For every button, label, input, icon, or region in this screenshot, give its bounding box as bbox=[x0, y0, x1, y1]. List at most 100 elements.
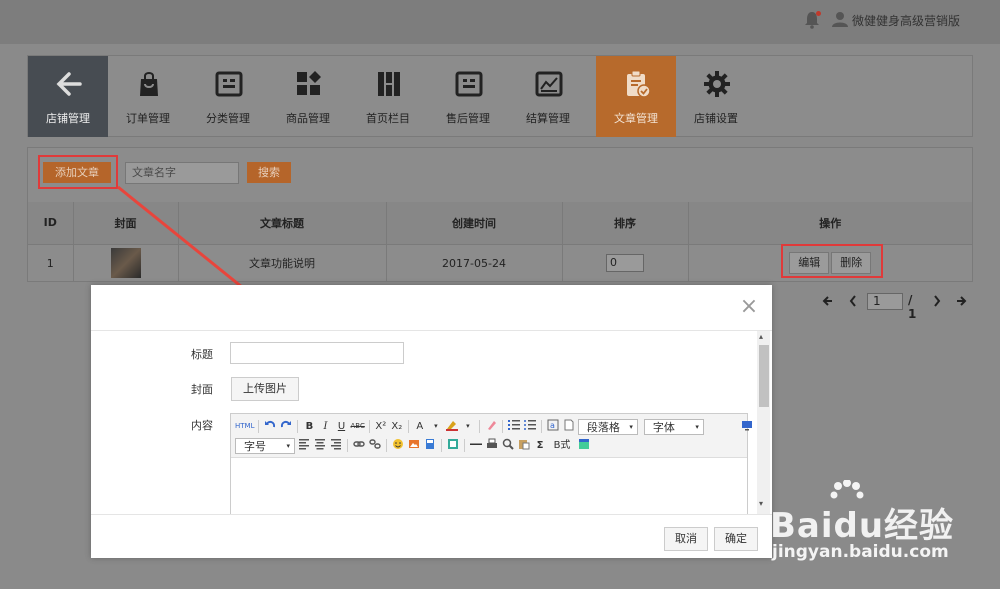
col-header-id: ID bbox=[28, 202, 74, 245]
align-left-icon[interactable] bbox=[297, 438, 311, 453]
prev-page-icon[interactable] bbox=[848, 293, 858, 312]
scroll-up-icon[interactable]: ▴ bbox=[759, 332, 763, 341]
article-name-search-input[interactable]: 文章名字 bbox=[125, 162, 239, 184]
nav-item-home-columns[interactable]: 首页栏目 bbox=[348, 56, 428, 137]
close-icon[interactable]: × bbox=[739, 296, 759, 318]
unordered-list-icon[interactable] bbox=[523, 419, 537, 434]
html-source-button[interactable]: HTML bbox=[235, 419, 254, 434]
col-header-title: 文章标题 bbox=[178, 202, 387, 245]
highlight-color-icon[interactable] bbox=[445, 419, 459, 434]
preview-zoom-icon[interactable] bbox=[501, 438, 515, 453]
unlink-icon[interactable] bbox=[368, 438, 382, 453]
modal-body: 标题 封面 上传图片 内容 HTML B I U ABC X² X₂ A ▾ ▾… bbox=[91, 331, 772, 514]
article-toolbar: 添加文章 文章名字 搜索 bbox=[28, 148, 972, 202]
dropdown-caret-icon[interactable]: ▾ bbox=[429, 419, 443, 434]
cover-thumbnail[interactable] bbox=[110, 248, 141, 279]
editor-content-area[interactable] bbox=[231, 459, 747, 514]
cell-title: 文章功能说明 bbox=[178, 244, 387, 282]
sort-input[interactable]: 0 bbox=[606, 254, 644, 273]
nav-item-categories[interactable]: 分类管理 bbox=[188, 56, 268, 137]
first-page-icon[interactable] bbox=[822, 293, 834, 312]
nav-item-orders[interactable]: 订单管理 bbox=[108, 56, 188, 137]
toolbar-separator bbox=[540, 420, 542, 433]
nav-item-settlement[interactable]: 结算管理 bbox=[508, 56, 588, 137]
font-size-select[interactable]: 字号 ▾ bbox=[235, 437, 295, 454]
scroll-down-icon[interactable]: ▾ bbox=[759, 499, 763, 508]
font-family-value: 字体 bbox=[652, 420, 675, 434]
emoticon-icon[interactable] bbox=[391, 438, 405, 453]
page-number-input[interactable]: 1 bbox=[867, 293, 903, 310]
eraser-icon[interactable] bbox=[484, 419, 498, 434]
nav-item-store-settings[interactable]: 店铺设置 bbox=[676, 56, 756, 137]
paragraph-format-select[interactable]: 段落格 ▾ bbox=[577, 418, 638, 435]
subscript-button[interactable]: X₂ bbox=[390, 419, 404, 434]
nav-label: 首页栏目 bbox=[366, 112, 410, 125]
horizontal-rule-icon[interactable] bbox=[469, 438, 483, 453]
font-color-button[interactable]: A bbox=[413, 419, 427, 434]
strikethrough-button[interactable]: ABC bbox=[350, 419, 364, 434]
toolbar-separator bbox=[501, 420, 503, 433]
italic-button[interactable]: I bbox=[318, 419, 332, 434]
search-button[interactable]: 搜索 bbox=[247, 162, 291, 183]
table-icon[interactable] bbox=[577, 438, 591, 453]
add-article-button[interactable]: 添加文章 bbox=[43, 162, 111, 183]
clear-format-label: B式 bbox=[553, 440, 571, 451]
nav-label: 店铺管理 bbox=[46, 112, 90, 125]
user-icon bbox=[832, 11, 848, 27]
nav-label: 订单管理 bbox=[126, 112, 170, 125]
watermark-brand: Baidu经验 bbox=[770, 506, 955, 546]
paste-icon[interactable] bbox=[517, 438, 531, 453]
toolbar-separator bbox=[478, 420, 480, 433]
cell-id: 1 bbox=[28, 244, 74, 282]
paste-word-icon[interactable] bbox=[562, 419, 576, 434]
font-size-value: 字号 bbox=[244, 439, 266, 453]
toolbar-separator bbox=[347, 439, 348, 452]
cell-sort: 0 bbox=[562, 244, 689, 282]
dropdown-caret-icon[interactable]: ▾ bbox=[461, 419, 475, 434]
superscript-button[interactable]: X² bbox=[374, 419, 388, 434]
nav-label: 结算管理 bbox=[526, 112, 570, 125]
bell-icon[interactable] bbox=[804, 11, 821, 29]
nav-item-store-management[interactable]: 店铺管理 bbox=[28, 56, 108, 137]
clear-format-button[interactable]: B式 bbox=[549, 438, 575, 453]
title-label: 标题 bbox=[191, 348, 213, 361]
col-header-actions: 操作 bbox=[688, 202, 972, 245]
undo-icon[interactable] bbox=[263, 419, 277, 434]
svg-text:a: a bbox=[550, 421, 555, 430]
sigma-icon[interactable]: Σ bbox=[533, 438, 547, 453]
cancel-button[interactable]: 取消 bbox=[664, 527, 708, 551]
upload-image-button[interactable]: 上传图片 bbox=[231, 377, 299, 401]
nav-label: 分类管理 bbox=[206, 112, 250, 125]
confirm-button[interactable]: 确定 bbox=[714, 527, 758, 551]
nav-item-articles[interactable]: 文章管理 bbox=[596, 56, 676, 137]
scrollbar-thumb[interactable] bbox=[759, 345, 769, 407]
fullscreen-icon[interactable] bbox=[740, 419, 754, 434]
ordered-list-icon[interactable] bbox=[507, 419, 521, 434]
page-total: / 1 bbox=[908, 293, 917, 321]
image-icon[interactable] bbox=[407, 438, 421, 453]
last-page-icon[interactable] bbox=[955, 293, 967, 312]
title-input[interactable] bbox=[230, 342, 404, 364]
paste-text-icon[interactable]: a bbox=[546, 419, 560, 434]
redo-icon[interactable] bbox=[279, 419, 293, 434]
toolbar-separator bbox=[386, 439, 387, 452]
flash-icon[interactable] bbox=[423, 438, 437, 453]
print-icon[interactable] bbox=[485, 438, 499, 453]
col-header-created: 创建时间 bbox=[386, 202, 563, 245]
nav-item-after-sales[interactable]: 售后管理 bbox=[428, 56, 508, 137]
link-icon[interactable] bbox=[352, 438, 366, 453]
font-family-select[interactable]: 字体 ▾ bbox=[643, 418, 704, 435]
align-center-icon[interactable] bbox=[313, 438, 327, 453]
chevron-down-icon: ▾ bbox=[695, 422, 699, 431]
col-header-cover: 封面 bbox=[73, 202, 179, 245]
editor-toolbar-row-1: HTML B I U ABC X² X₂ A ▾ ▾ a 段落格 ▾ 字体 ▾ bbox=[235, 418, 754, 435]
gear-icon bbox=[703, 70, 731, 98]
align-right-icon[interactable] bbox=[329, 438, 343, 453]
next-page-icon[interactable] bbox=[932, 293, 942, 312]
underline-button[interactable]: U bbox=[334, 419, 348, 434]
nav-item-products[interactable]: 商品管理 bbox=[268, 56, 348, 137]
media-icon[interactable] bbox=[446, 438, 460, 453]
username[interactable]: 微健健身高级营销版 bbox=[852, 12, 960, 29]
toolbar-separator bbox=[258, 420, 260, 433]
bold-button[interactable]: B bbox=[302, 419, 316, 434]
